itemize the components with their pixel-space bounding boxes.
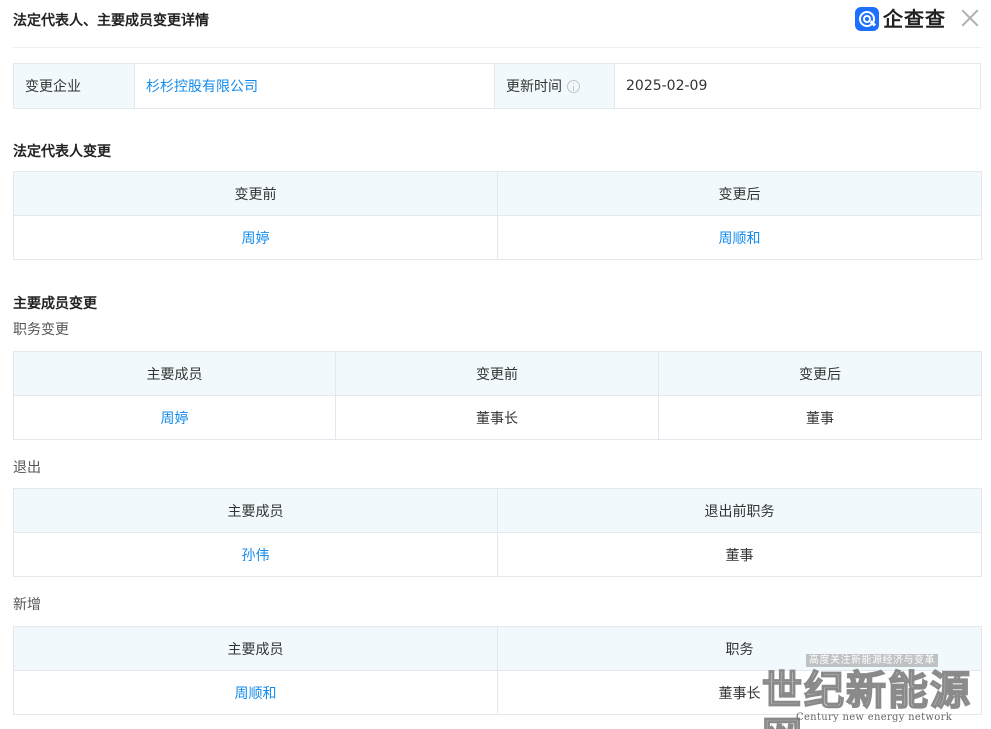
table-row: 周顺和 董事长: [13, 670, 982, 715]
table-row: 孙伟 董事: [13, 532, 982, 577]
company-link[interactable]: 杉杉控股有限公司: [146, 76, 258, 96]
table-row: 周婷 董事长 董事: [13, 395, 982, 440]
column-header-member: 主要成员: [13, 351, 336, 396]
table-row: 周婷 周顺和: [13, 215, 982, 260]
exit-subtitle: 退出: [13, 460, 41, 476]
company-info-table: 变更企业 杉杉控股有限公司 更新时间 2025-02-09: [13, 63, 981, 109]
page-header: 法定代表人、主要成员变更详情 企查查: [13, 0, 981, 48]
added-subtitle: 新增: [13, 597, 41, 613]
legal-rep-table: 变更前 变更后 周婷 周顺和: [13, 171, 982, 260]
person-link[interactable]: 周婷: [13, 395, 336, 440]
column-header-previous-position: 退出前职务: [497, 488, 982, 533]
added-table: 主要成员 职务 周顺和 董事长: [13, 626, 982, 715]
position-before: 董事长: [335, 395, 659, 440]
update-time-label: 更新时间: [506, 79, 562, 95]
column-header-before: 变更前: [335, 351, 659, 396]
change-detail-page: 法定代表人、主要成员变更详情 企查查 变更企业 杉杉控股有限公司 更新时间 20…: [0, 0, 991, 729]
qichacha-logo-icon: [855, 7, 879, 31]
members-section-title: 主要成员变更: [13, 296, 97, 312]
column-header-member: 主要成员: [13, 488, 498, 533]
table-header-row: 主要成员 职务: [13, 626, 982, 671]
column-header-after: 变更后: [658, 351, 982, 396]
person-link[interactable]: 周顺和: [13, 670, 498, 715]
table-header-row: 变更前 变更后: [13, 171, 982, 216]
table-header-row: 主要成员 退出前职务: [13, 488, 982, 533]
info-icon[interactable]: [567, 79, 580, 93]
legal-rep-section-title: 法定代表人变更: [13, 144, 111, 160]
update-time-label-cell: 更新时间: [495, 64, 615, 108]
page-title: 法定代表人、主要成员变更详情: [13, 13, 209, 29]
person-link[interactable]: 周婷: [13, 215, 498, 260]
person-link[interactable]: 孙伟: [13, 532, 498, 577]
position: 董事长: [497, 670, 982, 715]
column-header-member: 主要成员: [13, 626, 498, 671]
close-icon[interactable]: [959, 7, 981, 29]
exit-table: 主要成员 退出前职务 孙伟 董事: [13, 488, 982, 577]
position-change-subtitle: 职务变更: [13, 322, 69, 338]
column-header-after: 变更后: [497, 171, 982, 216]
person-link[interactable]: 周顺和: [497, 215, 982, 260]
previous-position: 董事: [497, 532, 982, 577]
update-time-value: 2025-02-09: [626, 78, 708, 94]
brand-name: 企查查: [883, 7, 946, 31]
position-change-table: 主要成员 变更前 变更后 周婷 董事长 董事: [13, 351, 982, 440]
column-header-position: 职务: [497, 626, 982, 671]
table-header-row: 主要成员 变更前 变更后: [13, 351, 982, 396]
company-cell: 杉杉控股有限公司: [135, 64, 495, 108]
brand-logo: 企查查: [855, 7, 946, 31]
company-label: 变更企业: [14, 64, 135, 108]
position-after: 董事: [658, 395, 982, 440]
column-header-before: 变更前: [13, 171, 498, 216]
